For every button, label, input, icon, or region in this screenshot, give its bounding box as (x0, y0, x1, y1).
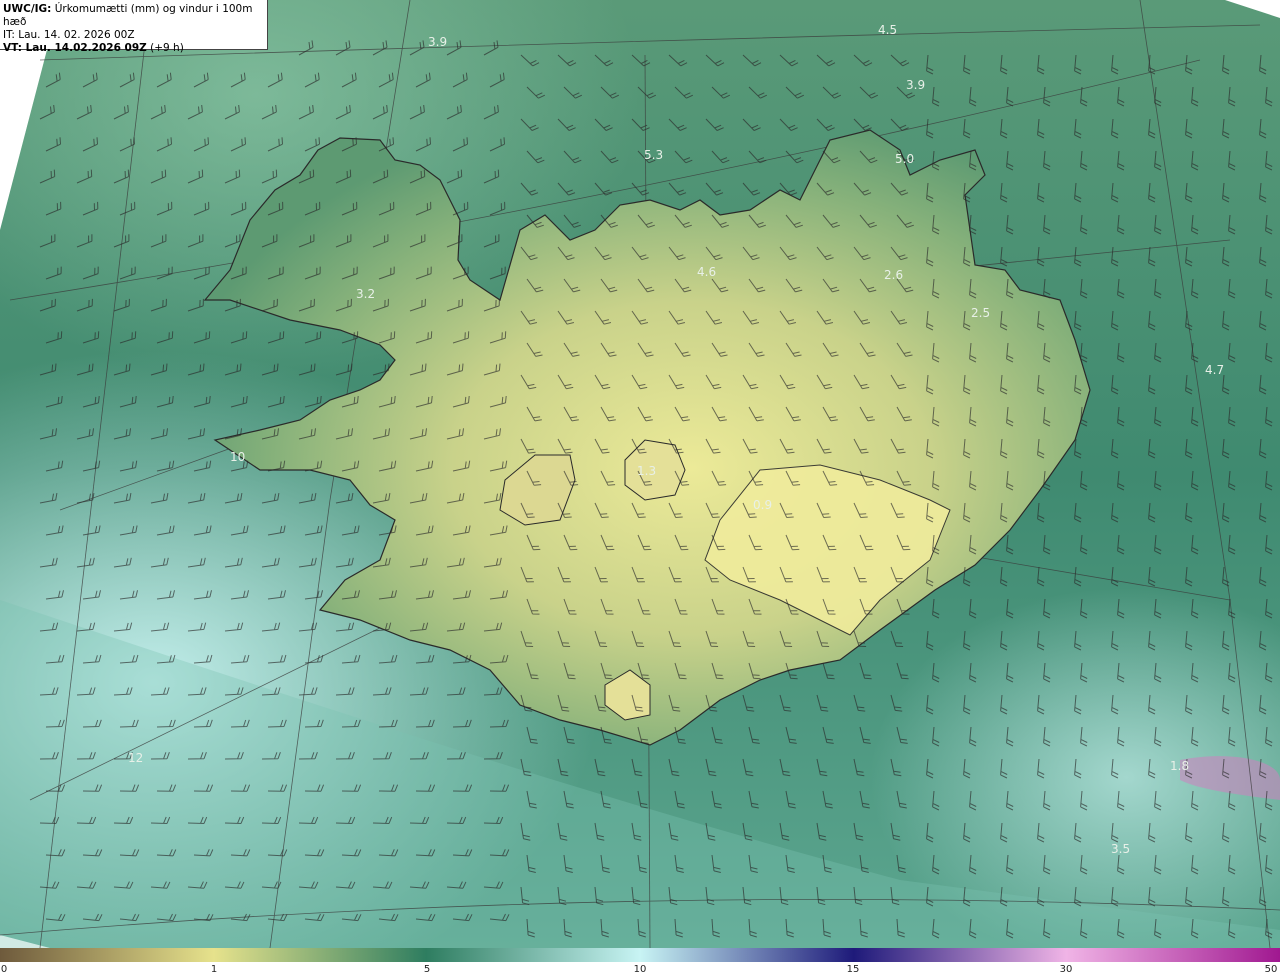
colorbar-tick: 30 (1059, 964, 1073, 975)
value-label: 12 (128, 751, 143, 765)
vt-suffix: (+9 h) (150, 42, 184, 54)
value-label: 4.6 (697, 265, 716, 279)
weather-map: 4.5 3.9 3.9 5.3 5.0 4.6 2.6 3.2 2.5 4.7 … (0, 0, 1280, 948)
value-label: 2.6 (884, 268, 903, 282)
it-line: IT: Lau. 14. 02. 2026 00Z (3, 29, 135, 41)
colorbar-tick: 50 (1264, 964, 1278, 975)
colorbar-tick: 5 (423, 964, 431, 975)
value-label: 3.9 (428, 35, 447, 49)
map-title-box: UWC/IG: Úrkomumætti (mm) og vindur i 100… (0, 0, 268, 54)
colorbar (0, 948, 1280, 962)
product-line: UWC/IG: Úrkomumætti (mm) og vindur i 100… (3, 3, 267, 29)
product-code: UWC/IG: (3, 3, 52, 15)
value-label: 3.5 (1111, 842, 1130, 856)
value-label: 0.9 (753, 498, 772, 512)
colorbar-tick: 1 (210, 964, 218, 975)
colorbar-labels: 0 1 5 10 15 30 50 (0, 962, 1280, 978)
value-label: 4.5 (878, 23, 897, 37)
colorbar-tick: 0 (0, 964, 8, 975)
value-label: 1.8 (1170, 759, 1189, 773)
value-label: 3.9 (906, 78, 925, 92)
colorbar-tick: 10 (633, 964, 647, 975)
value-label: 1.3 (637, 464, 656, 478)
value-label: 2.5 (971, 306, 990, 320)
vt-prefix: VT: Lau. 14.02.2026 09Z (3, 42, 147, 54)
value-label: 5.3 (644, 148, 663, 162)
value-label: 3.2 (356, 287, 375, 301)
value-label: 10 (230, 450, 245, 464)
colorbar-tick: 15 (846, 964, 860, 975)
vt-line: VT: Lau. 14.02.2026 09Z (+9 h) (3, 42, 267, 55)
value-label: 5.0 (895, 152, 914, 166)
value-label: 4.7 (1205, 363, 1224, 377)
